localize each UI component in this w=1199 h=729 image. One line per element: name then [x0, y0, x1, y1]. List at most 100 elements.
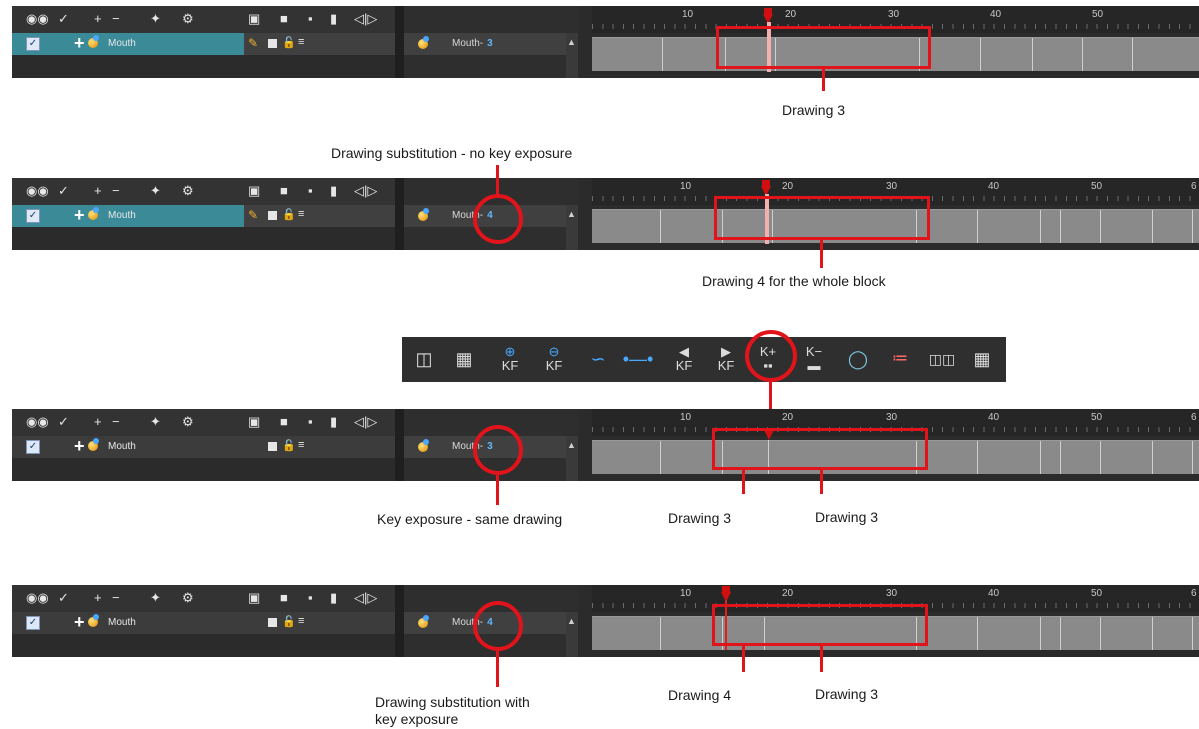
exposure-cell[interactable] — [1060, 617, 1061, 650]
exposure-cell[interactable] — [660, 210, 661, 243]
layer-row[interactable]: ✓ + Mouth 🔓 ≡ — [12, 612, 395, 634]
layer-color-swatch[interactable] — [268, 39, 277, 48]
layer-stack-icon[interactable]: ≡ — [298, 36, 304, 48]
exposure-cell[interactable] — [1192, 441, 1193, 474]
add-layer-icon[interactable]: + — [94, 589, 102, 607]
exposure-cell[interactable] — [660, 441, 661, 474]
preview-icon[interactable]: ◯ — [842, 345, 874, 375]
set-ease-icon[interactable]: ≔ — [884, 345, 916, 375]
exposure-cell[interactable] — [1040, 210, 1041, 243]
scrollbar[interactable]: ▲ — [566, 436, 578, 481]
add-drawing-layer-icon[interactable]: ◫ — [408, 345, 440, 375]
exposure-cell[interactable] — [660, 617, 661, 650]
camera-view-icon[interactable]: ▣ — [248, 589, 260, 607]
layer-color-swatch[interactable] — [268, 618, 277, 627]
remove-keyframe-icon[interactable]: ⊖ KF — [538, 345, 570, 375]
layer-enable-checkbox[interactable]: ✓ — [26, 616, 40, 630]
eyes-icon[interactable]: ◉◉ — [26, 182, 49, 200]
next-keyframe-icon[interactable]: ▶ KF — [710, 345, 742, 375]
add-layer-icon[interactable]: + — [94, 182, 102, 200]
square-tall-icon[interactable]: ▮ — [330, 182, 337, 200]
scroll-up-icon[interactable]: ▲ — [567, 616, 576, 626]
exposure-cell[interactable] — [1152, 617, 1153, 650]
exposure-cell[interactable] — [1132, 38, 1133, 71]
lock-icon[interactable]: 🔓 — [282, 36, 296, 49]
add-keyframe-icon[interactable]: ⊕ KF — [494, 345, 526, 375]
animate-check-icon[interactable]: ✓ — [58, 589, 69, 607]
exposure-cell[interactable] — [1060, 441, 1061, 474]
square-tall-icon[interactable]: ▮ — [330, 413, 337, 431]
animate-check-icon[interactable]: ✓ — [58, 182, 69, 200]
layer-enable-checkbox[interactable]: ✓ — [26, 37, 40, 51]
layer-stack-icon[interactable]: ≡ — [298, 208, 304, 220]
animate-check-icon[interactable]: ✓ — [58, 413, 69, 431]
exposure-cell[interactable] — [977, 210, 978, 243]
cell-row[interactable]: Mouth- 3 — [404, 33, 566, 55]
add-peg-icon[interactable]: ✦ — [150, 589, 161, 607]
expand-layer-icon[interactable]: + — [74, 206, 85, 224]
layer-row[interactable]: ✓ + Mouth 🔓 ≡ — [12, 436, 395, 458]
remove-layer-icon[interactable]: − — [112, 413, 120, 431]
exposure-cell[interactable] — [1040, 617, 1041, 650]
camera-view-icon[interactable]: ▣ — [248, 413, 260, 431]
remove-layer-icon[interactable]: − — [112, 10, 120, 28]
layer-enable-checkbox[interactable]: ✓ — [26, 440, 40, 454]
exposure-cell[interactable] — [1100, 210, 1101, 243]
pencil-icon[interactable]: ✎ — [248, 208, 258, 222]
previous-keyframe-icon[interactable]: ◀ KF — [668, 345, 700, 375]
expand-layer-icon[interactable]: + — [74, 437, 85, 455]
expand-layer-icon[interactable]: + — [74, 34, 85, 52]
square-tall-icon[interactable]: ▮ — [330, 10, 337, 28]
eyes-icon[interactable]: ◉◉ — [26, 10, 49, 28]
remove-layer-icon[interactable]: − — [112, 182, 120, 200]
extend-exposure-icon[interactable]: ▦ — [966, 345, 998, 375]
exposure-cell[interactable] — [1152, 210, 1153, 243]
constant-segment-icon[interactable]: •—• — [622, 345, 654, 375]
add-drawing-icon[interactable]: ⚙ — [182, 589, 194, 607]
animate-check-icon[interactable]: ✓ — [58, 10, 69, 28]
exposure-cell[interactable] — [1192, 210, 1193, 243]
add-peg-icon[interactable]: ✦ — [150, 182, 161, 200]
expand-collapse-icon[interactable]: ◁|▷ — [354, 10, 377, 28]
layer-color-swatch[interactable] — [268, 211, 277, 220]
square-large-icon[interactable]: ■ — [280, 182, 288, 200]
scroll-up-icon[interactable]: ▲ — [567, 209, 576, 219]
square-large-icon[interactable]: ■ — [280, 589, 288, 607]
add-peg-icon[interactable]: ✦ — [150, 413, 161, 431]
lock-icon[interactable]: 🔓 — [282, 439, 296, 452]
scrollbar[interactable]: ▲ — [566, 33, 578, 78]
exposure-cell[interactable] — [977, 617, 978, 650]
layer-row[interactable]: ✓ + Mouth ✎ 🔓 ≡ — [12, 33, 395, 55]
exposure-cell[interactable] — [1152, 441, 1153, 474]
layer-row[interactable]: ✓ + Mouth ✎ 🔓 ≡ — [12, 205, 395, 227]
expand-collapse-icon[interactable]: ◁|▷ — [354, 589, 377, 607]
layer-enable-checkbox[interactable]: ✓ — [26, 209, 40, 223]
layer-stack-icon[interactable]: ≡ — [298, 615, 304, 627]
camera-view-icon[interactable]: ▣ — [248, 182, 260, 200]
exposure-cell[interactable] — [1032, 38, 1033, 71]
square-small-icon[interactable]: ▪ — [308, 589, 313, 607]
layer-color-swatch[interactable] — [268, 442, 277, 451]
cell-number[interactable]: 3 — [487, 38, 493, 49]
scrollbar[interactable]: ▲ — [566, 205, 578, 250]
eyes-icon[interactable]: ◉◉ — [26, 413, 49, 431]
camera-view-icon[interactable]: ▣ — [248, 10, 260, 28]
scrollbar[interactable]: ▲ — [566, 612, 578, 657]
scroll-up-icon[interactable]: ▲ — [567, 37, 576, 47]
square-small-icon[interactable]: ▪ — [308, 413, 313, 431]
remove-key-exposure-icon[interactable]: K− ▬ — [798, 345, 830, 375]
panel-divider[interactable] — [395, 409, 404, 481]
exposure-cell[interactable] — [1060, 210, 1061, 243]
square-large-icon[interactable]: ■ — [280, 413, 288, 431]
scroll-up-icon[interactable]: ▲ — [567, 440, 576, 450]
eyes-icon[interactable]: ◉◉ — [26, 589, 49, 607]
fill-empty-cell-icon[interactable]: ◫◫ — [926, 345, 958, 375]
lock-icon[interactable]: 🔓 — [282, 615, 296, 628]
panel-divider[interactable] — [395, 585, 404, 657]
exposure-cell[interactable] — [980, 38, 981, 71]
add-drawing-icon[interactable]: ⚙ — [182, 10, 194, 28]
exposure-cell[interactable] — [1082, 38, 1083, 71]
square-small-icon[interactable]: ▪ — [308, 182, 313, 200]
expand-layer-icon[interactable]: + — [74, 613, 85, 631]
add-drawing-icon[interactable]: ⚙ — [182, 413, 194, 431]
